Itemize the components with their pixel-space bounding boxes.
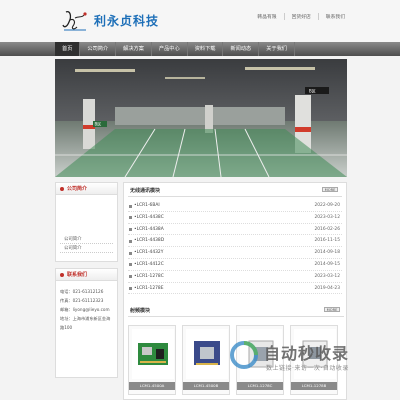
file-icon: [129, 228, 132, 232]
list-item[interactable]: •LCR1-4412C 2014-09-15: [128, 259, 342, 271]
product-caption: LCM1-4500B: [183, 382, 229, 390]
parking-garage-image: B区 B区: [55, 59, 347, 177]
brand-name: 利永贞科技: [94, 14, 160, 28]
news-section-title: 无线通讯模块: [130, 188, 161, 194]
contact-fax: 传真：021-61112323: [60, 298, 104, 303]
watermark-logo-icon: [230, 341, 258, 369]
watermark: 自动秒收录 数上链接·来访一次·自动收录: [228, 336, 388, 386]
header: 利永贞科技 韩晶有限 回货好店 联系我们: [0, 0, 400, 42]
about-box-title: 公司简介: [56, 183, 117, 195]
contact-info: 电话：021-61312126 传真：021-61112323 邮箱：liyon…: [56, 281, 117, 377]
list-item[interactable]: •LCR1-6BAI 2022-09-20: [128, 200, 342, 212]
file-icon: [129, 263, 132, 267]
file-icon: [129, 239, 132, 243]
contact-address: 地址：上海市浦东新区金海路100: [60, 316, 111, 330]
nav-item-about[interactable]: 公司简介: [80, 42, 117, 56]
news-list: •LCR1-6BAI 2022-09-20 •LCR1-4438C 2023-03-…: [128, 200, 342, 295]
file-icon: [129, 216, 132, 220]
left-sidebar: 公司简介 公司简介 公司简介 联系我们 电话：021-61312126 传真：0…: [55, 182, 118, 384]
news-section-header: 无线通讯模块 MORE: [128, 183, 342, 197]
list-item[interactable]: •LCR1-4432Y 2014-09-18: [128, 247, 342, 259]
products-section-title: 射频模块: [130, 308, 151, 314]
product-card[interactable]: LCM1-4500B: [182, 325, 230, 395]
file-icon: [129, 287, 132, 291]
bullet-icon: [60, 272, 64, 277]
nav-item-downloads[interactable]: 资料下载: [188, 42, 224, 56]
file-icon: [129, 204, 132, 208]
contact-box-title: 联系我们: [56, 269, 117, 281]
list-item[interactable]: •LCR1-4438D 2016-11-15: [128, 235, 342, 248]
company-logo[interactable]: [60, 8, 90, 34]
sidebar-item-about-1[interactable]: 公司简介: [60, 235, 113, 244]
watermark-title: 自动秒收录: [264, 344, 350, 363]
contact-email: 邮箱：liyong@lieyo.com: [60, 307, 110, 312]
product-image: [132, 329, 174, 379]
news-more-button[interactable]: MORE: [322, 187, 338, 192]
sidebar-item-about-2[interactable]: 公司简介: [60, 244, 113, 253]
main-nav: 首页 公司简介 解决方案 产品中心 资料下载 新闻动态 关于我们: [0, 42, 400, 56]
contact-box: 联系我们 电话：021-61312126 传真：021-61112323 邮箱：…: [55, 268, 118, 378]
about-box: 公司简介 公司简介 公司简介: [55, 182, 118, 262]
product-caption: LCM1-4500A: [129, 382, 175, 390]
nav-item-news[interactable]: 新闻动态: [223, 42, 260, 56]
product-card[interactable]: LCM1-4500A: [128, 325, 176, 395]
file-icon: [129, 251, 132, 255]
top-link-2[interactable]: 回货好店: [283, 13, 318, 20]
file-icon: [129, 275, 132, 279]
nav-item-contact[interactable]: 关于我们: [259, 42, 295, 56]
banner-sign-left: B区: [95, 122, 102, 127]
nav-item-solutions[interactable]: 解决方案: [116, 42, 152, 56]
list-item[interactable]: •LCR1-4438A 2016-02-26: [128, 224, 342, 236]
top-link-1[interactable]: 韩晶有限: [250, 13, 283, 20]
bullet-icon: [60, 186, 64, 191]
hero-banner: B区 B区: [55, 59, 347, 177]
products-section-header: 射频模块 MORE: [128, 303, 344, 317]
list-item[interactable]: •LCR1-1278C 2023-03-12: [128, 271, 342, 283]
nav-item-products[interactable]: 产品中心: [152, 42, 188, 56]
list-item[interactable]: •LCR1-1278E 2019-04-23: [128, 283, 342, 295]
watermark-subtitle: 数上链接·来访一次·自动收录: [266, 365, 349, 372]
products-more-button[interactable]: MORE: [324, 307, 340, 312]
nav-item-home[interactable]: 首页: [55, 42, 81, 56]
product-image: [186, 329, 228, 379]
contact-phone: 电话：021-61312126: [60, 289, 104, 294]
top-link-contact[interactable]: 联系我们: [317, 13, 352, 20]
top-links: 韩晶有限 回货好店 联系我们: [250, 13, 352, 20]
banner-sign-right: B区: [309, 89, 316, 94]
page: 利永贞科技 韩晶有限 回货好店 联系我们 首页 公司简介 解决方案 产品中心 资…: [0, 0, 400, 400]
list-item[interactable]: •LCR1-4438C 2023-03-12: [128, 212, 342, 224]
